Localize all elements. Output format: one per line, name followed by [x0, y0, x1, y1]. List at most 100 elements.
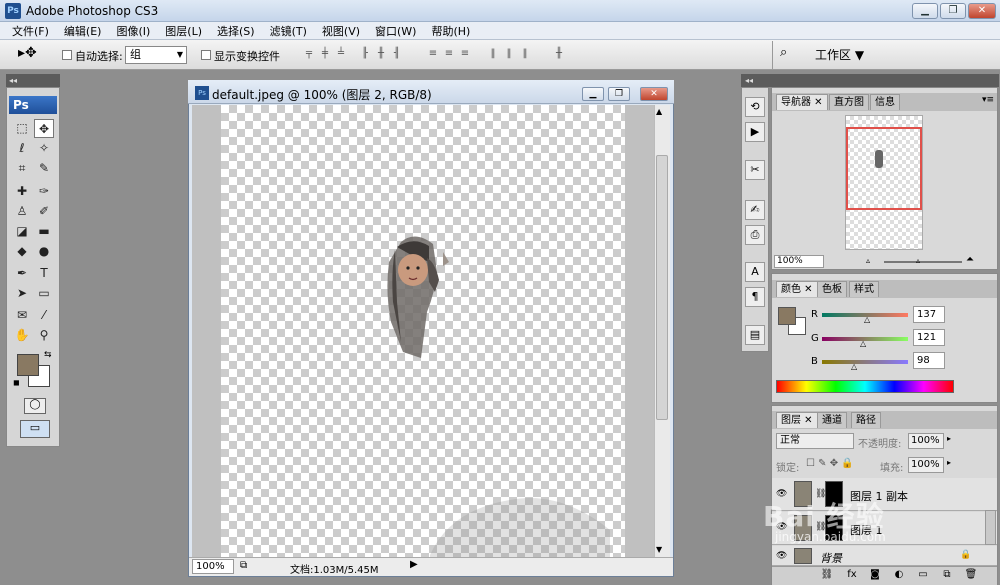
- fill-field[interactable]: 100%: [908, 457, 944, 473]
- distribute-vcenter-icon[interactable]: ≡: [442, 47, 456, 61]
- marquee-tool-icon[interactable]: ⬚: [12, 119, 32, 138]
- notes-tool-icon[interactable]: ✉: [12, 306, 32, 325]
- zoom-out-icon[interactable]: ▵: [866, 256, 870, 265]
- scroll-down-arrow-icon[interactable]: ▼: [656, 545, 662, 554]
- fill-arrow-icon[interactable]: ▸: [947, 458, 951, 467]
- b-value-field[interactable]: 98: [913, 352, 945, 369]
- navigator-zoom-field[interactable]: 100%: [774, 255, 824, 268]
- align-left-icon[interactable]: ╟: [358, 47, 372, 61]
- auto-select-dropdown[interactable]: 组 ▼: [125, 46, 187, 64]
- adjustment-layer-icon[interactable]: ◐: [892, 569, 906, 580]
- scroll-up-arrow-icon[interactable]: ▲: [656, 107, 662, 116]
- navigator-view-box[interactable]: [846, 127, 922, 210]
- opacity-arrow-icon[interactable]: ▸: [947, 434, 951, 443]
- layer-comps-icon[interactable]: ▤: [745, 325, 765, 345]
- move-tool-preset-icon[interactable]: ▸✥: [18, 45, 37, 61]
- dodge-tool-icon[interactable]: ●: [34, 242, 54, 261]
- tab-info[interactable]: 信息: [870, 94, 900, 110]
- tab-histogram[interactable]: 直方图: [829, 94, 869, 110]
- eyedropper-tool-icon[interactable]: ⁄: [34, 306, 54, 325]
- status-menu-icon[interactable]: ⧉: [240, 560, 247, 571]
- menu-image[interactable]: 图像(I): [116, 23, 150, 39]
- menu-view[interactable]: 视图(V): [322, 23, 360, 39]
- panel-dock-grip[interactable]: ◂◂: [741, 74, 999, 87]
- lock-icons[interactable]: ☐ ✎ ✥ 🔒: [806, 458, 854, 469]
- gradient-tool-icon[interactable]: ▬: [34, 222, 54, 241]
- tool-presets-icon[interactable]: ✂: [745, 160, 765, 180]
- distribute-hcenter-icon[interactable]: ‖: [502, 47, 516, 61]
- new-group-icon[interactable]: ▭: [916, 569, 930, 580]
- b-slider-thumb[interactable]: △: [851, 362, 857, 371]
- clone-stamp-tool-icon[interactable]: ♙: [12, 202, 32, 221]
- color-panel-fg-swatch[interactable]: [778, 307, 796, 325]
- color-spectrum-bar[interactable]: [776, 380, 954, 393]
- tab-navigator[interactable]: 导航器 ✕: [776, 94, 828, 110]
- auto-select-checkbox[interactable]: [62, 50, 72, 60]
- align-top-icon[interactable]: ╤: [302, 47, 316, 61]
- distribute-bottom-icon[interactable]: ≡: [458, 47, 472, 61]
- b-slider[interactable]: [822, 360, 908, 364]
- menu-help[interactable]: 帮助(H): [431, 23, 470, 39]
- pen-tool-icon[interactable]: ✒: [12, 264, 32, 283]
- menu-file[interactable]: 文件(F): [12, 23, 49, 39]
- paragraph-panel-icon[interactable]: ¶: [745, 287, 765, 307]
- align-bottom-icon[interactable]: ╧: [334, 47, 348, 61]
- brushes-panel-icon[interactable]: ✍: [745, 200, 765, 220]
- actions-panel-icon[interactable]: ▶: [745, 122, 765, 142]
- toolbox-grip[interactable]: ◂◂: [6, 74, 60, 87]
- swap-colors-icon[interactable]: ⇆: [44, 350, 52, 360]
- foreground-color-swatch-top[interactable]: [17, 354, 39, 376]
- distribute-left-icon[interactable]: ‖: [486, 47, 500, 61]
- move-tool-icon[interactable]: ✥: [34, 119, 54, 138]
- history-panel-icon[interactable]: ⟲: [745, 97, 765, 117]
- layers-scrollbar[interactable]: [985, 510, 996, 545]
- screen-mode-icon[interactable]: ▭: [20, 420, 50, 438]
- align-vcenter-icon[interactable]: ╪: [318, 47, 332, 61]
- zoom-tool-icon[interactable]: ⚲: [34, 326, 54, 345]
- history-brush-tool-icon[interactable]: ✐: [34, 202, 54, 221]
- link-layers-icon[interactable]: ⛓: [820, 569, 834, 580]
- scroll-thumb[interactable]: [656, 155, 668, 420]
- doc-minimize-button[interactable]: ▁: [582, 87, 604, 101]
- opacity-field[interactable]: 100%: [908, 433, 944, 449]
- navigator-zoom-slider[interactable]: [884, 261, 962, 263]
- layer-style-icon[interactable]: fx: [845, 569, 859, 580]
- workspace-menu[interactable]: 工作区 ▼: [815, 46, 864, 63]
- delete-layer-icon[interactable]: 🗑: [964, 569, 978, 580]
- menu-layer[interactable]: 图层(L): [165, 23, 202, 39]
- slice-tool-icon[interactable]: ✎: [34, 159, 54, 178]
- tab-layers[interactable]: 图层 ✕: [776, 412, 818, 428]
- tab-channels[interactable]: 通道: [817, 412, 847, 428]
- hand-tool-icon[interactable]: ✋: [12, 326, 32, 345]
- lasso-tool-icon[interactable]: ℓ: [12, 139, 32, 158]
- magic-wand-tool-icon[interactable]: ✧: [34, 139, 54, 158]
- tab-swatches[interactable]: 色板: [817, 281, 847, 297]
- zoom-level-field[interactable]: 100%: [192, 559, 234, 574]
- show-transform-checkbox[interactable]: [201, 50, 211, 60]
- type-tool-icon[interactable]: T: [34, 264, 54, 283]
- g-value-field[interactable]: 121: [913, 329, 945, 346]
- maximize-window-button[interactable]: ❐: [940, 3, 966, 19]
- distribute-top-icon[interactable]: ≡: [426, 47, 440, 61]
- zoom-slider-thumb[interactable]: ▵: [916, 256, 920, 265]
- align-right-icon[interactable]: ╢: [390, 47, 404, 61]
- menu-filter[interactable]: 滤镜(T): [270, 23, 307, 39]
- menu-edit[interactable]: 编辑(E): [64, 23, 102, 39]
- layer-name[interactable]: 背景: [820, 550, 842, 566]
- distribute-right-icon[interactable]: ‖: [518, 47, 532, 61]
- g-slider-thumb[interactable]: △: [860, 339, 866, 348]
- align-hcenter-icon[interactable]: ╫: [374, 47, 388, 61]
- r-slider-thumb[interactable]: △: [864, 315, 870, 324]
- character-panel-icon[interactable]: A: [745, 262, 765, 282]
- doc-close-button[interactable]: ✕: [640, 87, 668, 101]
- new-layer-icon[interactable]: ⧉: [940, 569, 954, 580]
- add-mask-icon[interactable]: ◙: [868, 569, 882, 580]
- eraser-tool-icon[interactable]: ◪: [12, 222, 32, 241]
- menu-select[interactable]: 选择(S): [217, 23, 255, 39]
- bridge-icon[interactable]: ⌕: [780, 45, 787, 60]
- zoom-in-icon[interactable]: ⏶: [966, 254, 974, 265]
- blend-mode-dropdown[interactable]: 正常: [776, 433, 854, 449]
- doc-maximize-button[interactable]: ❐: [608, 87, 630, 101]
- minimize-window-button[interactable]: ▁: [912, 3, 938, 19]
- tab-paths[interactable]: 路径: [851, 412, 881, 428]
